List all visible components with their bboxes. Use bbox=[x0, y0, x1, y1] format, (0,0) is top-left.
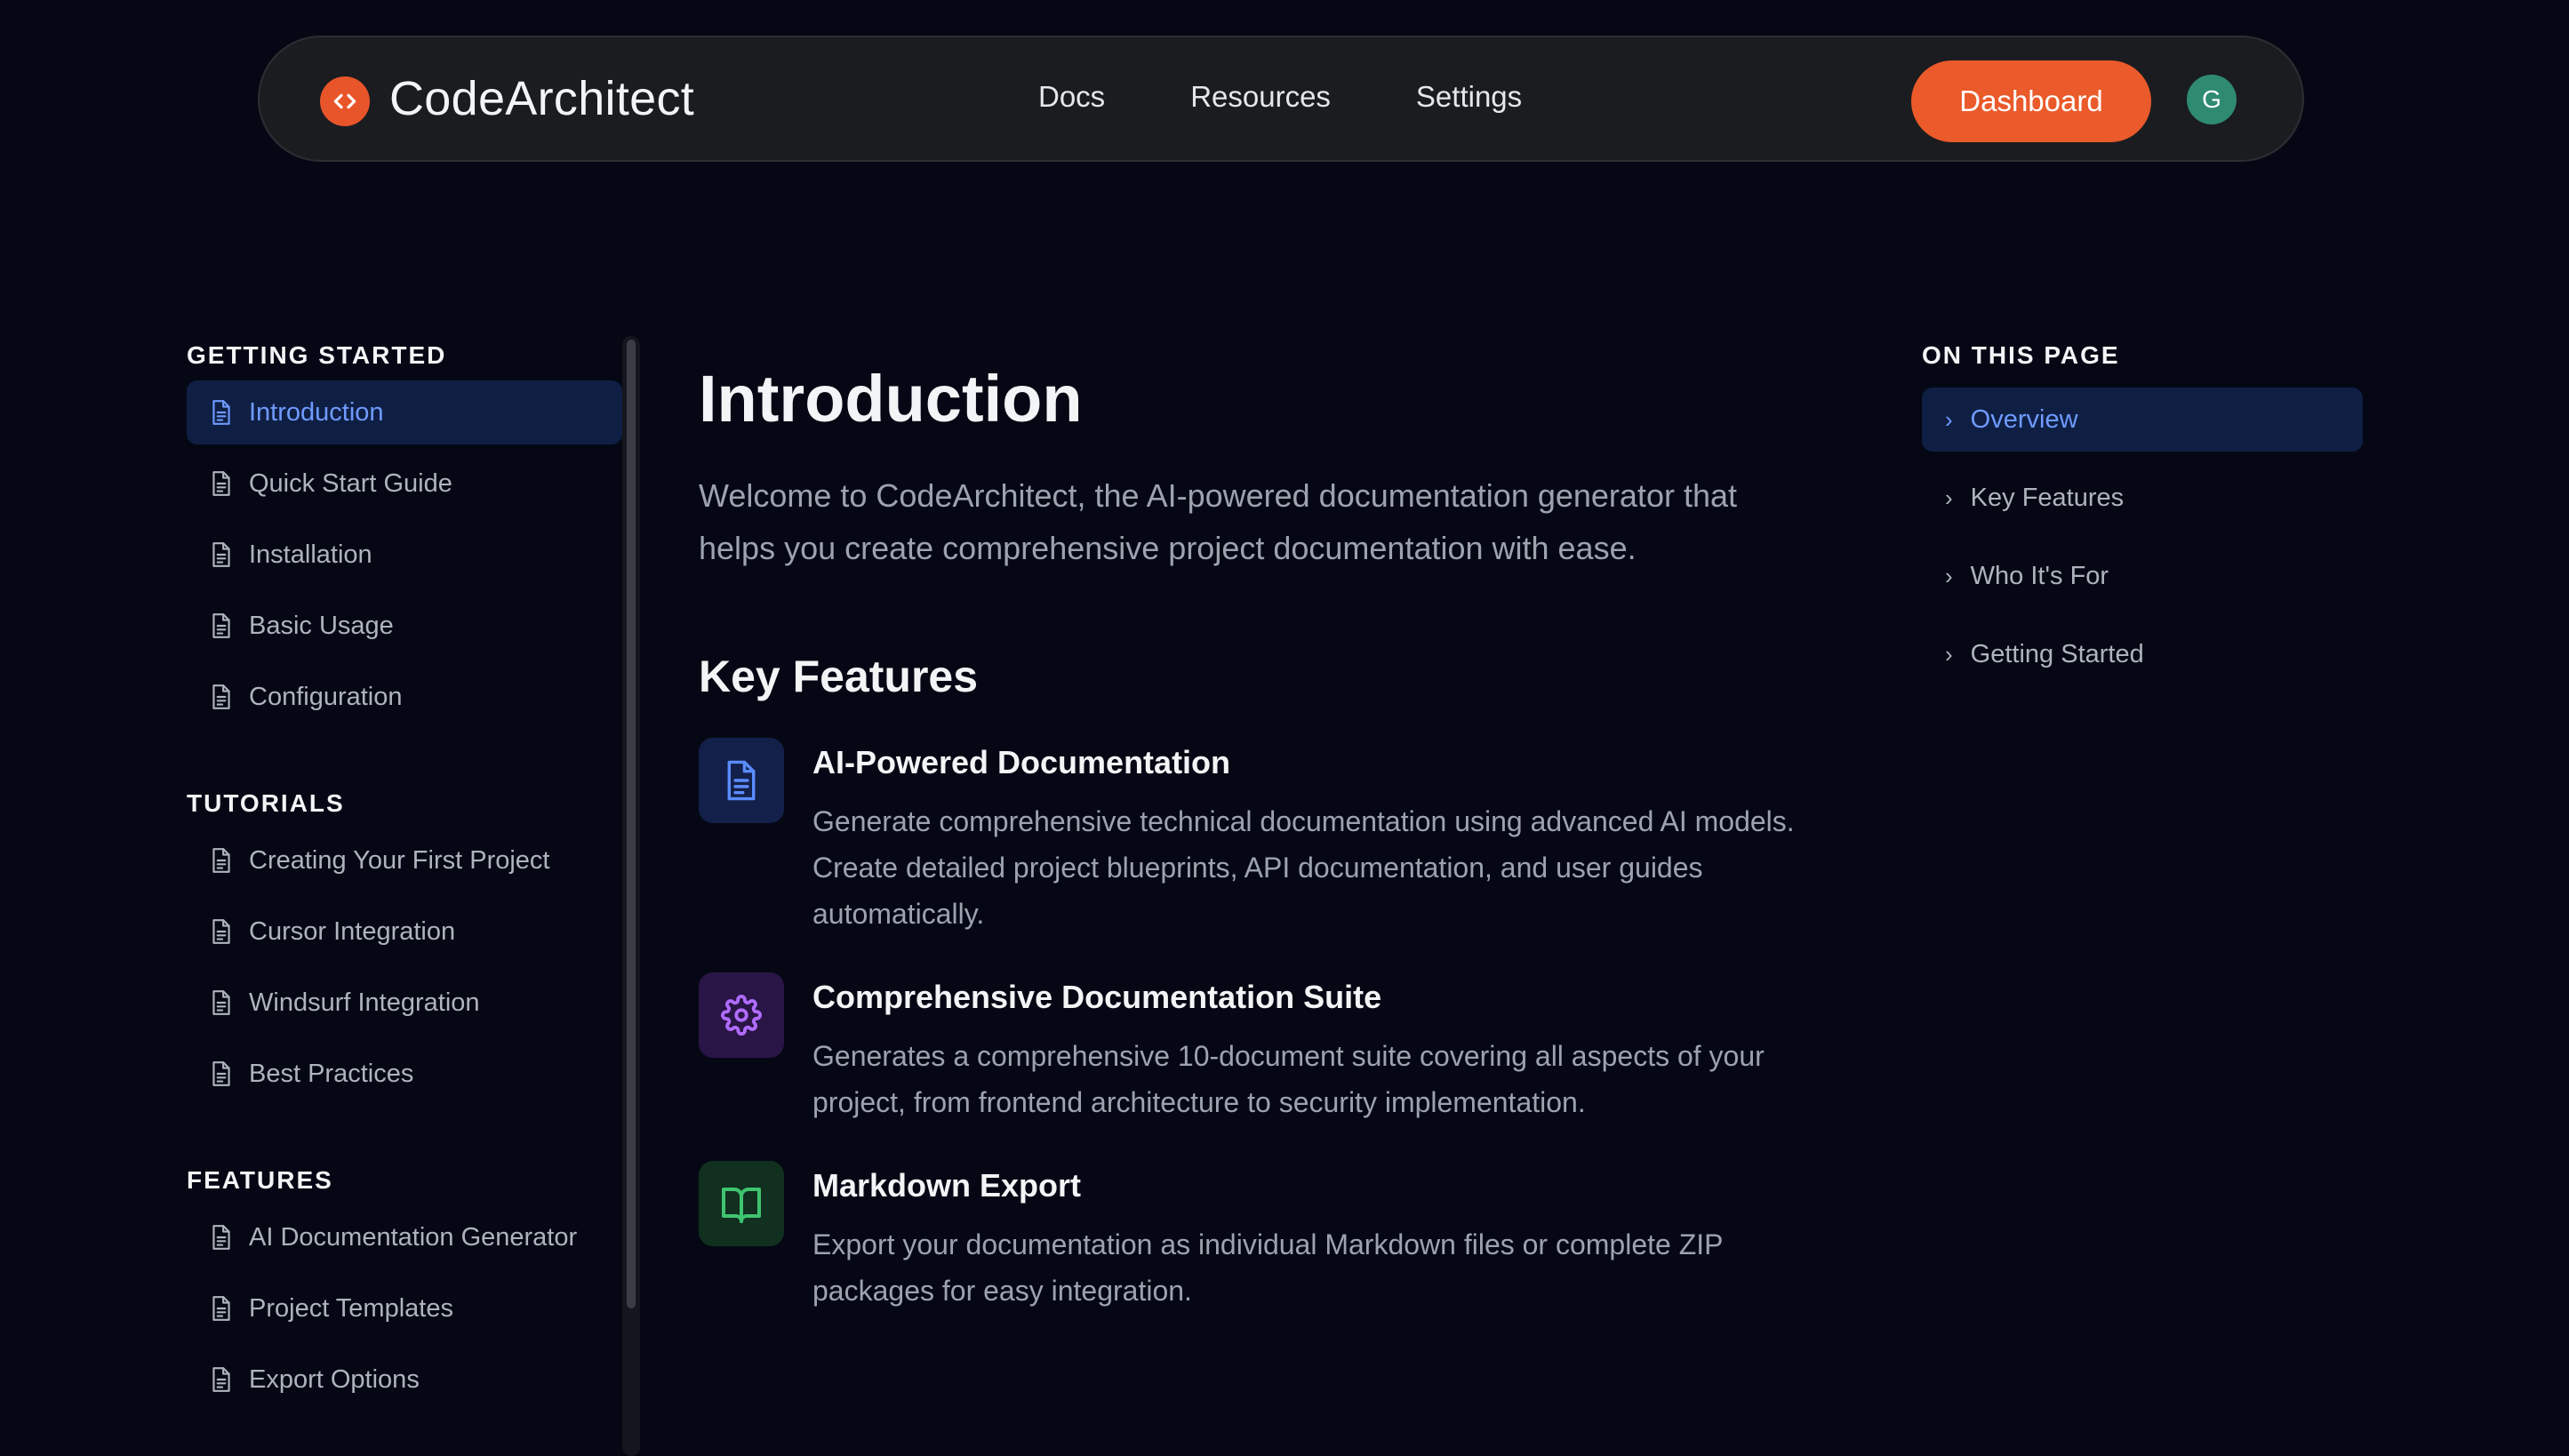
feature-description: Export your documentation as individual … bbox=[812, 1228, 1723, 1307]
feature-description: Generates a comprehensive 10-document su… bbox=[812, 1040, 1765, 1118]
chevron-right-icon: › bbox=[1945, 640, 1953, 668]
sidebar-item[interactable]: Export Options bbox=[187, 1348, 622, 1412]
main-content: Introduction Welcome to CodeArchitect, t… bbox=[699, 356, 1801, 1314]
sidebar-item[interactable]: Creating Your First Project bbox=[187, 828, 622, 892]
sidebar-item[interactable]: Windsurf Integration bbox=[187, 971, 622, 1035]
page-title: Introduction bbox=[699, 362, 1083, 436]
sidebar-item[interactable]: Project Templates bbox=[187, 1276, 622, 1340]
toc-item[interactable]: › Key Features bbox=[1922, 466, 2363, 530]
toc-item-label: Key Features bbox=[1970, 483, 2125, 512]
sidebar-item-label: Export Options bbox=[249, 1364, 420, 1394]
document-icon bbox=[210, 612, 249, 639]
sidebar-item-label: Configuration bbox=[249, 682, 403, 711]
toc-item-label: Overview bbox=[1970, 404, 2078, 434]
sidebar-section-title: FEATURES bbox=[187, 1166, 333, 1194]
sidebar-item-label: Quick Start Guide bbox=[249, 468, 452, 498]
document-icon bbox=[210, 918, 249, 945]
feature-title: Markdown Export bbox=[812, 1167, 1082, 1204]
document-icon bbox=[699, 738, 784, 823]
sidebar-section: TUTORIALS Creating Your First Project Curs… bbox=[187, 786, 622, 1106]
document-icon bbox=[210, 399, 249, 426]
feature-title: Comprehensive Documentation Suite bbox=[812, 979, 1382, 1015]
sidebar-item-label: Windsurf Integration bbox=[249, 988, 480, 1017]
document-icon bbox=[210, 847, 249, 874]
sidebar-item[interactable]: Installation bbox=[187, 523, 622, 587]
toc-item[interactable]: › Getting Started bbox=[1922, 622, 2363, 686]
document-icon bbox=[210, 989, 249, 1016]
gear-icon bbox=[699, 972, 784, 1058]
document-icon bbox=[210, 1224, 249, 1251]
sidebar-item[interactable]: Cursor Integration bbox=[187, 900, 622, 964]
document-icon bbox=[210, 684, 249, 710]
sidebar-item-label: Cursor Integration bbox=[249, 916, 456, 946]
sidebar-section-title: GETTING STARTED bbox=[187, 341, 447, 369]
on-this-page: ON THIS PAGE › Overview › Key Features › Who … bbox=[1922, 338, 2363, 686]
feature-list: AI-Powered Documentation Generate compreh… bbox=[699, 738, 1801, 1314]
main-nav: Docs Resources Settings bbox=[1038, 80, 1607, 114]
document-icon bbox=[210, 1060, 249, 1087]
sidebar-scrollbar[interactable] bbox=[622, 336, 640, 1456]
sidebar-item-label: Introduction bbox=[249, 397, 384, 427]
document-icon bbox=[210, 1366, 249, 1393]
intro-paragraph: Welcome to CodeArchitect, the AI-powered… bbox=[699, 477, 1737, 566]
dashboard-button[interactable]: Dashboard bbox=[1911, 60, 2151, 142]
chevron-right-icon: › bbox=[1945, 484, 1953, 511]
feature-item: Comprehensive Documentation Suite Generat… bbox=[699, 972, 1801, 1125]
toc-item[interactable]: › Overview bbox=[1922, 388, 2363, 452]
sidebar-item[interactable]: Best Practices bbox=[187, 1042, 622, 1106]
nav-resources[interactable]: Resources bbox=[1190, 80, 1331, 114]
feature-item: AI-Powered Documentation Generate compreh… bbox=[699, 738, 1801, 937]
toc-item-label: Who It's For bbox=[1970, 561, 2109, 590]
sidebar-item[interactable]: Configuration bbox=[187, 665, 622, 729]
document-icon bbox=[210, 541, 249, 568]
sidebar-item-label: Basic Usage bbox=[249, 611, 394, 640]
sidebar-item-label: Creating Your First Project bbox=[249, 845, 550, 875]
nav-docs[interactable]: Docs bbox=[1038, 80, 1105, 114]
sidebar-scrollbar-thumb[interactable] bbox=[627, 340, 636, 1308]
toc-item[interactable]: › Who It's For bbox=[1922, 544, 2363, 608]
book-icon bbox=[699, 1161, 784, 1246]
feature-description: Generate comprehensive technical documen… bbox=[812, 805, 1795, 930]
key-features-heading: Key Features bbox=[699, 652, 979, 701]
nav-settings[interactable]: Settings bbox=[1416, 80, 1522, 114]
chevron-right-icon: › bbox=[1945, 405, 1953, 433]
docs-sidebar: GETTING STARTED Introduction Quick Start G… bbox=[187, 338, 622, 1412]
sidebar-item[interactable]: Introduction bbox=[187, 380, 622, 444]
sidebar-section-title: TUTORIALS bbox=[187, 789, 345, 817]
chevron-right-icon: › bbox=[1945, 562, 1953, 589]
sidebar-item[interactable]: Basic Usage bbox=[187, 594, 622, 658]
feature-item: Markdown Export Export your documentation… bbox=[699, 1161, 1801, 1314]
sidebar-item-label: Project Templates bbox=[249, 1293, 453, 1323]
toc-item-label: Getting Started bbox=[1970, 639, 2144, 668]
top-navbar: CodeArchitect Docs Resources Settings Da… bbox=[258, 36, 2304, 162]
feature-title: AI-Powered Documentation bbox=[812, 744, 1231, 780]
sidebar-section: FEATURES AI Documentation Generator Projec… bbox=[187, 1163, 622, 1412]
user-avatar[interactable]: G bbox=[2187, 75, 2237, 124]
sidebar-item[interactable]: Quick Start Guide bbox=[187, 452, 622, 516]
brand-name[interactable]: CodeArchitect bbox=[389, 71, 694, 126]
sidebar-item[interactable]: AI Documentation Generator bbox=[187, 1205, 622, 1269]
toc-title: ON THIS PAGE bbox=[1922, 341, 2120, 369]
code-logo-icon[interactable] bbox=[320, 76, 370, 126]
document-icon bbox=[210, 470, 249, 497]
sidebar-item-label: AI Documentation Generator bbox=[249, 1222, 578, 1252]
sidebar-item-label: Best Practices bbox=[249, 1059, 414, 1088]
sidebar-section: GETTING STARTED Introduction Quick Start G… bbox=[187, 338, 622, 729]
sidebar-item-label: Installation bbox=[249, 540, 372, 569]
document-icon bbox=[210, 1295, 249, 1322]
